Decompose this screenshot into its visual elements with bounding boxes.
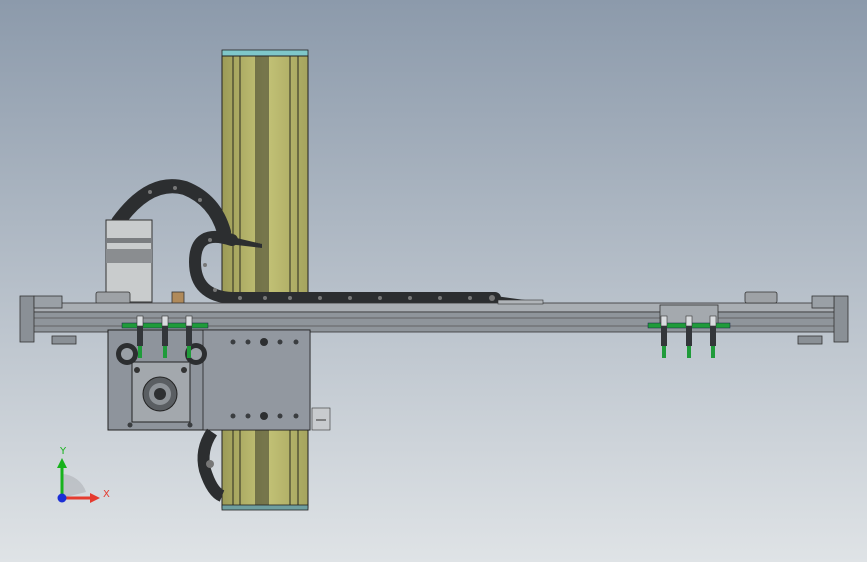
module-body — [221, 55, 309, 509]
rail-end-right — [833, 295, 849, 343]
rail-top-flange — [27, 302, 847, 313]
rail-stopper-right — [744, 291, 778, 304]
z-axis-dot — [57, 493, 67, 503]
rail-end-right-foot — [797, 335, 823, 345]
rail-end-left-block — [33, 295, 63, 309]
nameplate-tag — [311, 407, 331, 431]
x-axis-label: X — [103, 489, 110, 500]
module-top-cap — [221, 49, 309, 57]
motor-flange — [131, 361, 191, 423]
rail-end-right-block — [811, 295, 835, 309]
rail-end-left-foot — [51, 335, 77, 345]
chain-tray — [497, 299, 544, 305]
rail-end-left — [19, 295, 35, 343]
y-axis-label: Y — [59, 446, 67, 457]
vertical-linear-module[interactable] — [221, 49, 309, 511]
cad-model-canvas[interactable]: Y X — [0, 0, 867, 562]
module-bottom-cap — [221, 504, 309, 511]
cad-viewport[interactable]: Y X — [0, 0, 867, 562]
rail-body — [27, 311, 847, 333]
coupling-bronze — [171, 291, 185, 305]
